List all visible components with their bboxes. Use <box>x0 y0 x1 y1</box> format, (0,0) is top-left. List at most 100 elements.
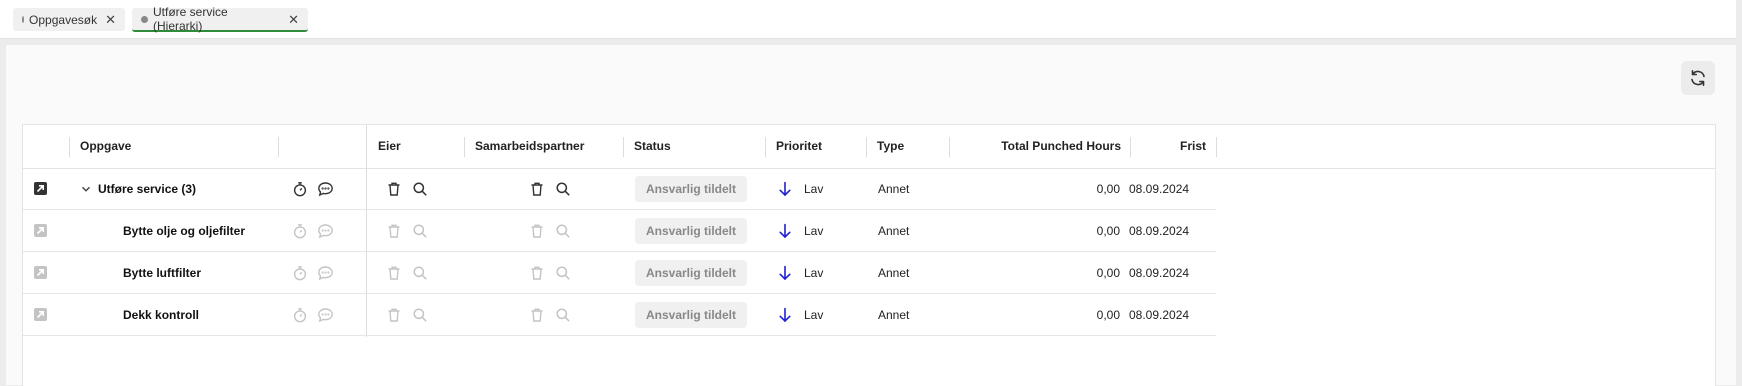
table-row[interactable]: Bytte olje og oljefilter Ansvarlig tilde… <box>23 210 1216 252</box>
status-cell[interactable]: Ansvarlig tildelt <box>635 294 747 335</box>
comment-button[interactable] <box>317 210 334 251</box>
comment-icon <box>318 307 333 322</box>
column-header-priority[interactable]: Prioritet <box>776 125 822 168</box>
table-row[interactable]: Bytte luftfilter Ansvarlig tildelt Lav A… <box>23 252 1216 294</box>
search-owner-button[interactable] <box>412 210 428 251</box>
open-task-button[interactable] <box>34 210 47 251</box>
remove-owner-button[interactable] <box>386 210 402 251</box>
column-header-status[interactable]: Status <box>634 125 671 168</box>
column-header-task[interactable]: Oppgave <box>80 125 131 168</box>
search-icon <box>556 307 570 322</box>
task-name[interactable]: Bytte olje og oljefilter <box>123 210 245 251</box>
trash-icon <box>388 308 400 322</box>
arrow-down-icon <box>779 223 791 238</box>
open-task-button[interactable] <box>34 252 47 293</box>
trash-icon <box>531 224 543 238</box>
collapse-row-toggle[interactable] <box>80 168 92 209</box>
priority-label: Lav <box>804 181 824 196</box>
tab-utfore-service-hierarki[interactable]: Utføre service (Hierarki) ✕ <box>132 5 308 33</box>
column-header-type[interactable]: Type <box>877 125 904 168</box>
table-row[interactable]: Utføre service (3) Ansvarlig tildelt Lav… <box>23 168 1216 210</box>
priority-label: Lav <box>804 307 824 322</box>
status-badge[interactable]: Ansvarlig tildelt <box>635 301 747 328</box>
search-icon <box>556 181 570 196</box>
column-header-owner[interactable]: Eier <box>378 125 401 168</box>
search-partner-button[interactable] <box>555 210 571 251</box>
remove-owner-button[interactable] <box>386 252 402 293</box>
type-label: Annet <box>878 181 910 196</box>
comment-button[interactable] <box>317 294 334 335</box>
comment-button[interactable] <box>317 252 334 293</box>
total-punched-hours: 0,00 <box>1096 223 1120 238</box>
comment-icon <box>318 223 333 238</box>
status-cell[interactable]: Ansvarlig tildelt <box>635 168 747 209</box>
column-header-total-punched-hours[interactable]: Total Punched Hours <box>963 125 1121 168</box>
deadline: 08.09.2024 <box>1129 307 1190 322</box>
tab-bar: Oppgavesøk ✕ Utføre service (Hierarki) ✕ <box>0 0 1736 39</box>
trash-icon <box>388 266 400 280</box>
task-name[interactable]: Dekk kontroll <box>123 294 199 335</box>
search-icon <box>413 307 427 322</box>
open-task-button[interactable] <box>34 168 47 209</box>
remove-owner-button[interactable] <box>386 294 402 335</box>
priority-arrow <box>778 294 792 335</box>
close-icon[interactable]: ✕ <box>288 13 299 26</box>
remove-owner-button[interactable] <box>386 168 402 209</box>
stopwatch-icon <box>293 307 307 322</box>
tab-label: Utføre service (Hierarki) <box>152 5 228 33</box>
search-icon <box>413 181 427 196</box>
status-badge[interactable]: Ansvarlig tildelt <box>635 175 747 202</box>
timer-button[interactable] <box>292 294 308 335</box>
status-cell[interactable]: Ansvarlig tildelt <box>635 252 747 293</box>
trash-icon <box>531 308 543 322</box>
priority-arrow <box>778 168 792 209</box>
total-punched-hours: 0,00 <box>1096 265 1120 280</box>
comment-icon <box>318 181 333 196</box>
search-partner-button[interactable] <box>555 252 571 293</box>
external-link-icon <box>34 266 47 279</box>
refresh-button[interactable] <box>1681 61 1715 95</box>
task-hierarchy-grid: Oppgave Eier Samarbeidspartner Status Pr… <box>22 124 1716 386</box>
stopwatch-icon <box>293 181 307 196</box>
timer-button[interactable] <box>292 210 308 251</box>
remove-partner-button[interactable] <box>529 210 545 251</box>
tab-oppgavesok[interactable]: Oppgavesøk ✕ <box>13 8 125 31</box>
status-badge[interactable]: Ansvarlig tildelt <box>635 259 747 286</box>
chevron-down-icon <box>81 186 91 192</box>
trash-icon <box>531 182 543 196</box>
remove-partner-button[interactable] <box>529 252 545 293</box>
total-punched-hours: 0,00 <box>1096 307 1120 322</box>
open-task-button[interactable] <box>34 294 47 335</box>
arrow-down-icon <box>779 265 791 280</box>
arrow-down-icon <box>779 307 791 322</box>
refresh-icon <box>1691 69 1705 87</box>
type-label: Annet <box>878 223 910 238</box>
external-link-icon <box>34 224 47 237</box>
table-row[interactable]: Dekk kontroll Ansvarlig tildelt Lav Anne… <box>23 294 1216 336</box>
search-owner-button[interactable] <box>412 168 428 209</box>
search-icon <box>413 265 427 280</box>
tab-status-dot <box>141 15 148 23</box>
type-label: Annet <box>878 307 910 322</box>
search-owner-button[interactable] <box>412 294 428 335</box>
task-name[interactable]: Utføre service (3) <box>98 168 196 209</box>
task-name[interactable]: Bytte luftfilter <box>123 252 201 293</box>
remove-partner-button[interactable] <box>529 294 545 335</box>
trash-icon <box>388 224 400 238</box>
timer-button[interactable] <box>292 252 308 293</box>
comment-button[interactable] <box>317 168 334 209</box>
total-punched-hours: 0,00 <box>1096 181 1120 196</box>
comment-icon <box>318 265 333 280</box>
search-owner-button[interactable] <box>412 252 428 293</box>
column-header-deadline[interactable]: Frist <box>1141 125 1206 168</box>
status-badge[interactable]: Ansvarlig tildelt <box>635 217 747 244</box>
close-icon[interactable]: ✕ <box>105 13 116 26</box>
remove-partner-button[interactable] <box>529 168 545 209</box>
grid-header: Oppgave Eier Samarbeidspartner Status Pr… <box>23 125 1715 169</box>
status-cell[interactable]: Ansvarlig tildelt <box>635 210 747 251</box>
timer-button[interactable] <box>292 168 308 209</box>
deadline: 08.09.2024 <box>1129 223 1190 238</box>
search-partner-button[interactable] <box>555 168 571 209</box>
search-partner-button[interactable] <box>555 294 571 335</box>
column-header-partner[interactable]: Samarbeidspartner <box>475 125 584 168</box>
